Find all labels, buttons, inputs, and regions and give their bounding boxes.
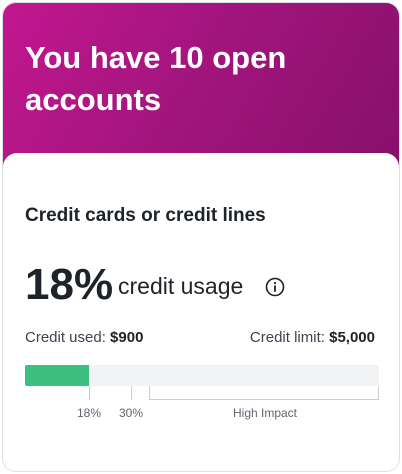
tick-label-30: 30% <box>118 406 144 420</box>
credit-used: Credit used: $900 <box>25 329 143 346</box>
section-title: Credit cards or credit lines <box>25 205 266 226</box>
open-accounts-title: You have 10 open accounts <box>25 40 287 117</box>
high-impact-line <box>149 399 379 400</box>
tick-18 <box>89 386 90 400</box>
card-body: Credit cards or credit lines 18% credit … <box>3 153 399 471</box>
credit-usage-label: credit usage <box>118 273 244 299</box>
credit-usage-percent: 18% <box>25 260 114 309</box>
usage-bar-track <box>25 365 379 386</box>
credit-usage-card: You have 10 open accounts Credit cards o… <box>2 2 400 472</box>
credit-limit: Credit limit: $5,000 <box>250 329 375 346</box>
credit-usage-row: 18% credit usage <box>25 257 385 317</box>
info-icon[interactable] <box>265 277 285 297</box>
credit-limit-value: $5,000 <box>329 329 375 346</box>
credit-used-value: $900 <box>110 329 144 346</box>
high-impact-start <box>149 386 150 400</box>
usage-scale: 18% 30% High Impact <box>25 386 379 426</box>
tick-label-18: 18% <box>76 406 102 420</box>
tick-30 <box>131 386 132 400</box>
usage-bar-fill <box>25 365 89 386</box>
high-impact-end <box>378 386 379 400</box>
credit-limit-label: Credit limit: <box>249 329 325 346</box>
high-impact-label: High Impact <box>232 406 298 420</box>
credit-used-label: Credit used: <box>25 329 106 346</box>
